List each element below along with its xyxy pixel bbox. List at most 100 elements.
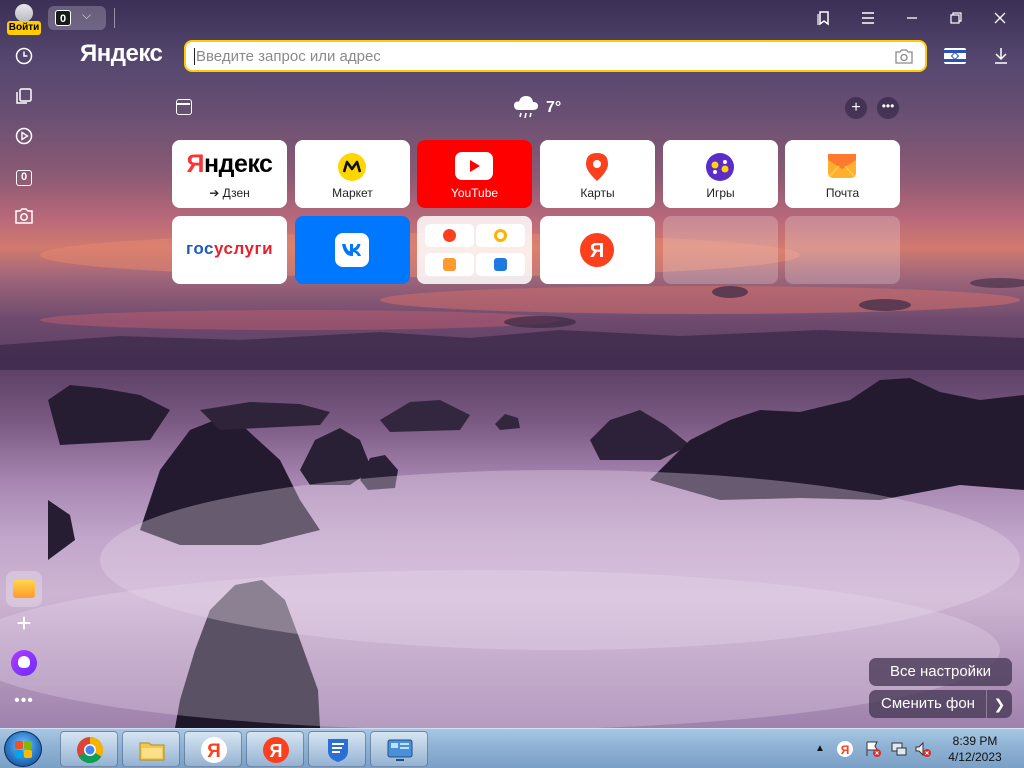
address-bar[interactable] <box>184 40 927 72</box>
minimize-button[interactable] <box>898 6 926 30</box>
tile-empty[interactable] <box>663 216 778 284</box>
mini-tile-disk <box>476 253 525 276</box>
close-icon <box>994 12 1006 24</box>
start-button[interactable] <box>4 731 42 767</box>
hamburger-icon <box>862 12 874 24</box>
title-bar: Войти 0 ⌵ <box>0 0 1024 36</box>
bookmark-icon <box>817 11 829 26</box>
chrome-icon <box>77 737 104 764</box>
temperature-label: 7° <box>546 99 562 116</box>
tile-market[interactable]: Маркет <box>295 140 410 208</box>
alice-assistant-icon[interactable] <box>11 650 37 676</box>
chevron-right-icon[interactable]: ❯ <box>986 690 1012 718</box>
tray-yandex[interactable]: Я <box>836 731 854 767</box>
vk-icon <box>335 233 369 267</box>
tile-mail[interactable]: Почта <box>785 140 900 208</box>
clock-date: 4/12/2023 <box>948 750 1002 764</box>
taskbar-chrome[interactable] <box>60 731 118 767</box>
tile-caption: ➔ Дзен <box>209 186 250 200</box>
flag-band <box>944 59 966 62</box>
monitor-icon <box>387 739 413 761</box>
network-icon <box>891 742 907 756</box>
mail-icon <box>13 580 35 598</box>
collections-button[interactable] <box>810 6 838 30</box>
tile-vk[interactable] <box>295 216 410 284</box>
envelope-icon <box>828 154 856 178</box>
text-caret <box>194 48 195 65</box>
login-button[interactable]: Войти <box>6 4 42 35</box>
language-flag-icon[interactable] <box>944 48 966 64</box>
mini-tile-mail <box>425 253 474 276</box>
svg-text:Я: Я <box>270 741 283 761</box>
change-background-label: Сменить фон <box>881 695 975 712</box>
tile-caption: Карты <box>580 186 615 200</box>
yandex-browser-icon: Я <box>201 737 227 763</box>
tableau-more-button[interactable]: ••• <box>877 97 899 119</box>
svg-text:Я: Я <box>207 741 221 762</box>
mail-mini-icon <box>443 258 456 271</box>
restore-button[interactable] <box>942 6 970 30</box>
tile-maps[interactable]: Карты <box>540 140 655 208</box>
screenshot-button[interactable] <box>8 200 40 232</box>
clock-time: 8:39 PM <box>952 734 998 748</box>
tabs-panel-icon[interactable] <box>176 99 192 115</box>
tile-yandex-dzen[interactable]: Яндекс ➔ Дзен <box>172 140 287 208</box>
tray-action-center[interactable] <box>864 731 882 767</box>
video-button[interactable] <box>8 120 40 152</box>
user-avatar-icon <box>15 4 33 22</box>
tray-network[interactable] <box>890 731 908 767</box>
login-label: Войти <box>7 21 41 35</box>
yandex-wordmark: Яндекс <box>186 150 273 178</box>
history-button[interactable] <box>8 40 40 72</box>
tile-gosuslugi[interactable]: госуслуги <box>172 216 287 284</box>
chevron-down-icon: ⌵ <box>82 8 92 22</box>
tile-yandex[interactable]: Я <box>540 216 655 284</box>
windows-logo-icon <box>15 750 23 758</box>
more-icon[interactable]: ••• <box>8 692 40 716</box>
yandex-logo[interactable]: Яндекс <box>80 40 163 68</box>
tile-games[interactable]: Игры <box>663 140 778 208</box>
tile-caption: Почта <box>825 186 860 200</box>
add-sidebar-panel-button[interactable]: + <box>8 608 40 640</box>
tile-empty[interactable] <box>785 216 900 284</box>
all-settings-button[interactable]: Все настройки <box>869 658 1012 686</box>
yandex-mini-icon <box>443 229 456 242</box>
disk-mini-icon <box>494 258 507 271</box>
mail-sidebar-button[interactable] <box>6 571 42 607</box>
collections-sidebar-button[interactable] <box>8 80 40 112</box>
gosuslugi-logo: госуслуги <box>185 239 274 258</box>
svg-text:Я: Я <box>841 743 850 757</box>
search-input[interactable] <box>196 46 876 66</box>
market-icon <box>338 153 366 181</box>
yandex-icon: Я <box>263 737 289 763</box>
taskbar-yandex[interactable]: Я <box>246 731 304 767</box>
windows-taskbar: Я Я ▲ Я 8:39 PM 4/12/2023 <box>0 728 1024 768</box>
tile-youtube[interactable]: YouTube <box>417 140 532 208</box>
add-tile-button[interactable]: + <box>845 97 867 119</box>
tray-volume[interactable] <box>914 731 932 767</box>
volume-muted-icon <box>915 741 931 757</box>
folder-icon <box>139 742 165 761</box>
youtube-icon <box>455 152 493 180</box>
change-background-button[interactable]: Сменить фон ❯ <box>869 690 1012 718</box>
close-button[interactable] <box>986 6 1014 30</box>
counter-button[interactable]: 0 <box>8 160 40 192</box>
taskbar-yandex-browser[interactable]: Я <box>184 731 242 767</box>
gamepad-icon <box>706 153 734 181</box>
tile-group-folder[interactable] <box>417 216 532 284</box>
download-icon <box>995 48 1007 64</box>
svg-text:Я: Я <box>590 240 604 262</box>
zen-mini-icon <box>494 229 507 242</box>
show-hidden-icons-button[interactable]: ▲ <box>815 731 827 767</box>
taskbar-app-shield[interactable] <box>308 731 366 767</box>
windows-logo-icon <box>24 750 32 758</box>
menu-button[interactable] <box>854 6 882 30</box>
cards-icon <box>16 88 32 104</box>
yandex-ya-icon: Я <box>580 233 614 267</box>
downloads-button[interactable] <box>990 44 1012 68</box>
taskbar-control-panel[interactable] <box>370 731 428 767</box>
image-search-icon[interactable] <box>895 48 913 64</box>
taskbar-explorer[interactable] <box>122 731 180 767</box>
tabs-menu-button[interactable]: 0 ⌵ <box>48 6 106 30</box>
taskbar-clock[interactable]: 8:39 PM 4/12/2023 <box>940 733 1010 765</box>
